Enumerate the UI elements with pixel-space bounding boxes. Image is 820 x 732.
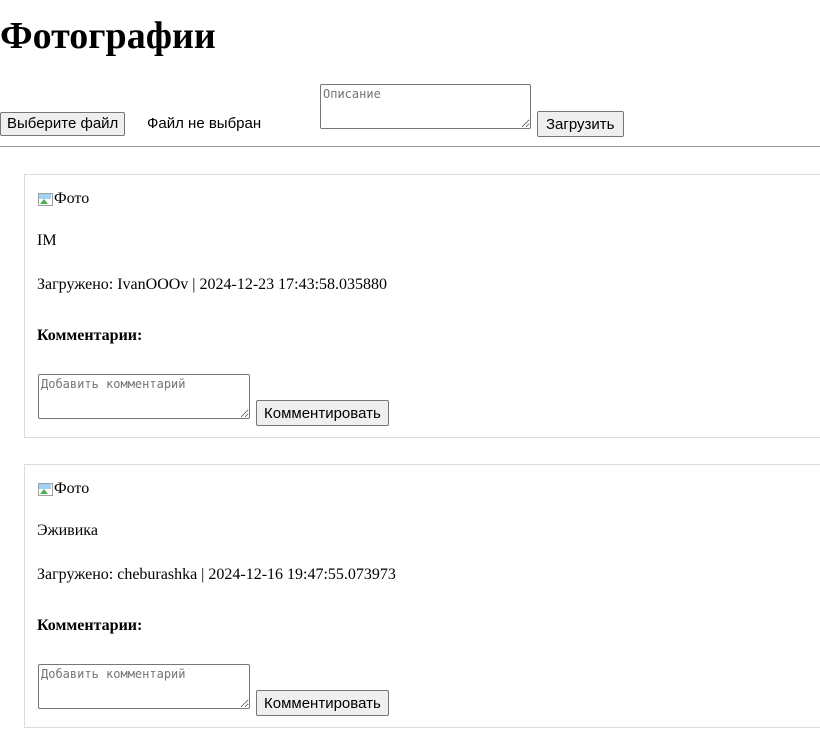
broken-image-icon <box>37 191 53 207</box>
photo-meta: Загружено: cheburashka | 2024-12-16 19:4… <box>37 566 396 583</box>
file-status: Файл не выбран <box>147 115 262 132</box>
page-title: Фотографии <box>0 15 216 57</box>
photo-image: Фото <box>37 189 89 209</box>
upload-button[interactable]: Загрузить <box>537 111 624 137</box>
photo-card: Фото IM Загружено: IvanOOOv | 2024-12-23… <box>24 174 820 438</box>
photo-alt-text: Фото <box>54 190 90 207</box>
comments-heading: Комментарии: <box>37 617 143 634</box>
upload-form: Выберите файл Файл не выбран Загрузить <box>0 84 820 140</box>
photo-image: Фото <box>37 479 89 499</box>
divider <box>0 146 820 147</box>
broken-image-icon <box>37 481 53 497</box>
comment-input[interactable] <box>38 374 250 419</box>
description-input[interactable] <box>320 84 531 129</box>
photo-caption: Эживика <box>37 522 98 539</box>
comment-button[interactable]: Комментировать <box>256 400 389 426</box>
comments-heading: Комментарии: <box>37 327 143 344</box>
choose-file-button[interactable]: Выберите файл <box>0 112 126 136</box>
comment-button[interactable]: Комментировать <box>256 690 389 716</box>
photo-caption: IM <box>37 232 57 249</box>
photo-card: Фото Эживика Загружено: cheburashka | 20… <box>24 464 820 728</box>
comment-input[interactable] <box>38 664 250 709</box>
photo-alt-text: Фото <box>54 480 90 497</box>
photo-meta: Загружено: IvanOOOv | 2024-12-23 17:43:5… <box>37 276 388 293</box>
